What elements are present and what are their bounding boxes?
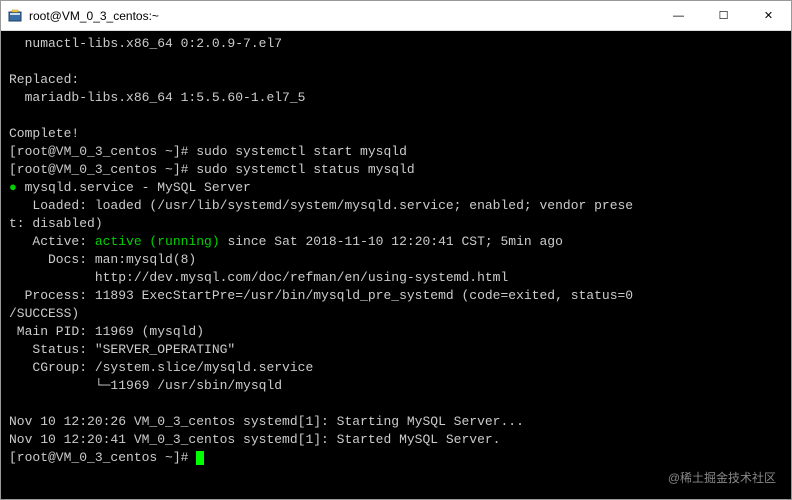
maximize-button[interactable]: ☐ — [701, 1, 746, 31]
command-text: sudo systemctl status mysqld — [196, 162, 414, 177]
output-line: Loaded: loaded (/usr/lib/systemd/system/… — [9, 198, 633, 213]
output-line: since Sat 2018-11-10 12:20:41 CST; 5min … — [220, 234, 563, 249]
shell-prompt: [root@VM_0_3_centos ~]# — [9, 162, 196, 177]
window-title: root@VM_0_3_centos:~ — [29, 9, 656, 23]
putty-window: root@VM_0_3_centos:~ — ☐ ✕ numactl-libs.… — [0, 0, 792, 500]
output-line: Complete! — [9, 126, 79, 141]
terminal-cursor — [196, 451, 204, 465]
command-text: sudo systemctl start mysqld — [196, 144, 407, 159]
window-titlebar[interactable]: root@VM_0_3_centos:~ — ☐ ✕ — [1, 1, 791, 31]
output-line: /SUCCESS) — [9, 306, 79, 321]
output-line: mariadb-libs.x86_64 1:5.5.60-1.el7_5 — [9, 90, 305, 105]
output-line: Status: "SERVER_OPERATING" — [9, 342, 235, 357]
putty-icon — [7, 8, 23, 24]
output-line: http://dev.mysql.com/doc/refman/en/using… — [9, 270, 508, 285]
output-line: Main PID: 11969 (mysqld) — [9, 324, 204, 339]
output-line: CGroup: /system.slice/mysqld.service — [9, 360, 313, 375]
output-line: numactl-libs.x86_64 0:2.0.9-7.el7 — [9, 36, 282, 51]
output-line: └─11969 /usr/sbin/mysqld — [9, 378, 282, 393]
output-line: t: disabled) — [9, 216, 103, 231]
output-line: Replaced: — [9, 72, 79, 87]
watermark-text: @稀土掘金技术社区 — [668, 469, 776, 486]
shell-prompt: [root@VM_0_3_centos ~]# — [9, 144, 196, 159]
output-line: Active: — [9, 234, 95, 249]
output-line: Process: 11893 ExecStartPre=/usr/bin/mys… — [9, 288, 633, 303]
active-status: active (running) — [95, 234, 220, 249]
output-line: Nov 10 12:20:41 VM_0_3_centos systemd[1]… — [9, 432, 500, 447]
close-button[interactable]: ✕ — [746, 1, 791, 31]
output-line: Nov 10 12:20:26 VM_0_3_centos systemd[1]… — [9, 414, 524, 429]
shell-prompt: [root@VM_0_3_centos ~]# — [9, 450, 196, 465]
output-line: mysqld.service - MySQL Server — [17, 180, 251, 195]
terminal-output[interactable]: numactl-libs.x86_64 0:2.0.9-7.el7 Replac… — [1, 31, 791, 499]
status-dot-icon: ● — [9, 180, 17, 195]
minimize-button[interactable]: — — [656, 1, 701, 31]
window-controls: — ☐ ✕ — [656, 1, 791, 31]
output-line: Docs: man:mysqld(8) — [9, 252, 196, 267]
